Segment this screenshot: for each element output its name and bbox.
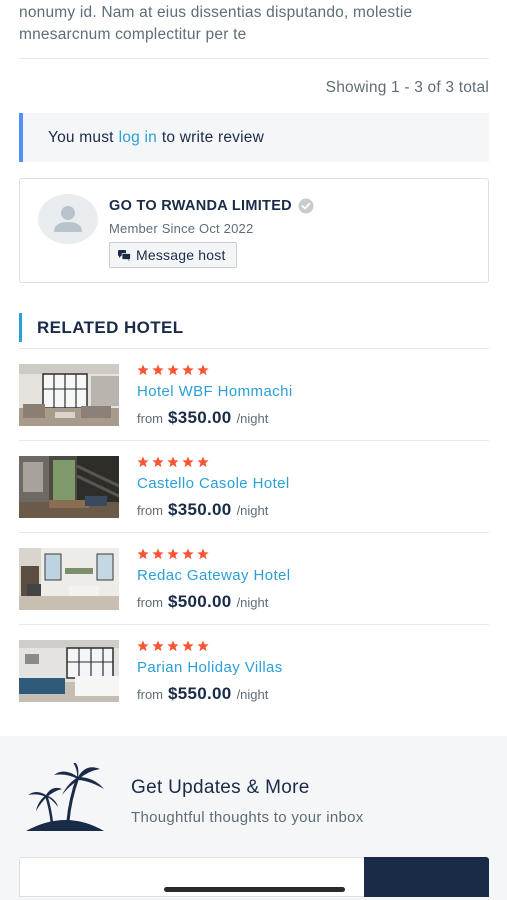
- message-host-label: Message host: [136, 247, 226, 263]
- price-from-label: from: [137, 687, 163, 702]
- home-indicator[interactable]: [164, 887, 345, 892]
- newsletter-subtitle: Thoughtful thoughts to your inbox: [131, 809, 364, 826]
- star-icon: [152, 548, 164, 560]
- hotel-item[interactable]: Castello Casole Hotel from $350.00 /nigh…: [19, 441, 489, 533]
- verified-icon: [298, 198, 314, 214]
- host-card: GO TO RWANDA LIMITED Member Since Oct 20…: [19, 178, 489, 283]
- star-icon: [197, 364, 209, 376]
- newsletter-section: Get Updates & More Thoughtful thoughts t…: [0, 736, 507, 900]
- rating-stars: [137, 548, 209, 560]
- chat-icon: [118, 249, 131, 261]
- member-since: Member Since Oct 2022: [109, 221, 254, 236]
- star-icon: [182, 364, 194, 376]
- star-icon: [152, 640, 164, 652]
- newsletter-title: Get Updates & More: [131, 777, 310, 798]
- subscribe-button[interactable]: [364, 857, 489, 897]
- hotel-item[interactable]: Parian Holiday Villas from $550.00 /nigh…: [19, 625, 489, 717]
- description-text: nonumy id. Nam at eius dissentias disput…: [19, 4, 413, 43]
- star-icon: [182, 548, 194, 560]
- hotel-price: from $500.00 /night: [137, 592, 268, 612]
- price-unit: /night: [236, 503, 269, 518]
- hotel-name-link[interactable]: Redac Gateway Hotel: [137, 567, 291, 584]
- price-unit: /night: [236, 595, 269, 610]
- hotel-thumbnail[interactable]: [19, 364, 119, 426]
- star-icon: [167, 364, 179, 376]
- star-icon: [152, 364, 164, 376]
- hotel-item[interactable]: Redac Gateway Hotel from $500.00 /night: [19, 533, 489, 625]
- hotel-name-link[interactable]: Parian Holiday Villas: [137, 659, 283, 676]
- hotel-thumbnail[interactable]: [19, 640, 119, 702]
- price-amount: $550.00: [168, 684, 232, 703]
- star-icon: [197, 456, 209, 468]
- price-from-label: from: [137, 411, 163, 426]
- price-unit: /night: [236, 411, 269, 426]
- login-notice: You must log in to write review: [19, 113, 489, 162]
- login-link[interactable]: log in: [119, 129, 157, 147]
- hotel-name-link[interactable]: Castello Casole Hotel: [137, 475, 290, 492]
- login-notice-suffix: to write review: [161, 128, 264, 146]
- hotel-name-link[interactable]: Hotel WBF Hommachi: [137, 383, 293, 400]
- star-icon: [167, 640, 179, 652]
- hotel-price: from $350.00 /night: [137, 408, 268, 428]
- star-icon: [167, 456, 179, 468]
- avatar[interactable]: [38, 194, 98, 244]
- hotel-thumbnail[interactable]: [19, 548, 119, 610]
- price-from-label: from: [137, 595, 163, 610]
- star-icon: [152, 456, 164, 468]
- hotel-item[interactable]: Hotel WBF Hommachi from $350.00 /night: [19, 349, 489, 441]
- star-icon: [182, 640, 194, 652]
- host-name[interactable]: GO TO RWANDA LIMITED: [109, 198, 314, 214]
- rating-stars: [137, 640, 209, 652]
- star-icon: [182, 456, 194, 468]
- message-host-button[interactable]: Message host: [109, 242, 237, 268]
- hotel-thumbnail[interactable]: [19, 456, 119, 518]
- star-icon: [137, 364, 149, 376]
- user-icon: [54, 206, 82, 232]
- price-from-label: from: [137, 503, 163, 518]
- hotel-price: from $550.00 /night: [137, 684, 268, 704]
- divider: [19, 58, 489, 59]
- review-count: Showing 1 - 3 of 3 total: [325, 79, 489, 96]
- host-name-text: GO TO RWANDA LIMITED: [109, 198, 292, 214]
- star-icon: [137, 548, 149, 560]
- price-amount: $500.00: [168, 592, 232, 611]
- price-amount: $350.00: [168, 500, 232, 519]
- star-icon: [197, 640, 209, 652]
- star-icon: [197, 548, 209, 560]
- star-icon: [167, 548, 179, 560]
- rating-stars: [137, 364, 209, 376]
- star-icon: [137, 456, 149, 468]
- section-title: RELATED HOTEL: [19, 313, 184, 342]
- price-unit: /night: [236, 687, 269, 702]
- login-notice-prefix: You must: [48, 128, 114, 146]
- star-icon: [137, 640, 149, 652]
- price-amount: $350.00: [168, 408, 232, 427]
- palm-island-icon: [26, 763, 104, 831]
- rating-stars: [137, 456, 209, 468]
- hotel-price: from $350.00 /night: [137, 500, 268, 520]
